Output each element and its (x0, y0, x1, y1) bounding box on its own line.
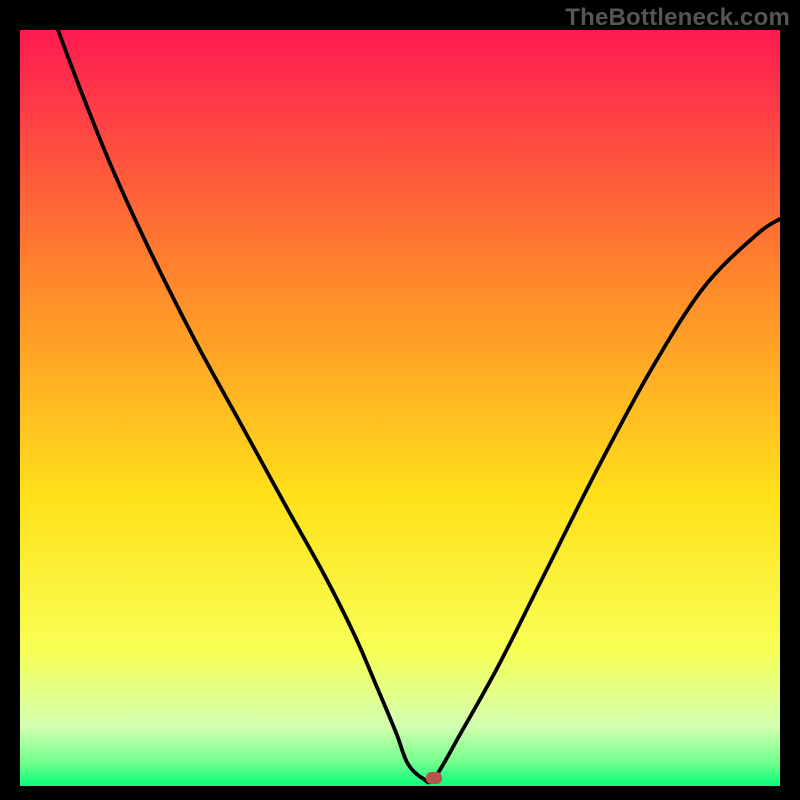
watermark-label: TheBottleneck.com (565, 4, 790, 32)
plot-area (20, 30, 780, 786)
optimal-point-marker (426, 772, 442, 784)
chart-container: TheBottleneck.com (0, 0, 800, 800)
bottleneck-curve (20, 30, 780, 786)
plot-frame (20, 30, 780, 786)
